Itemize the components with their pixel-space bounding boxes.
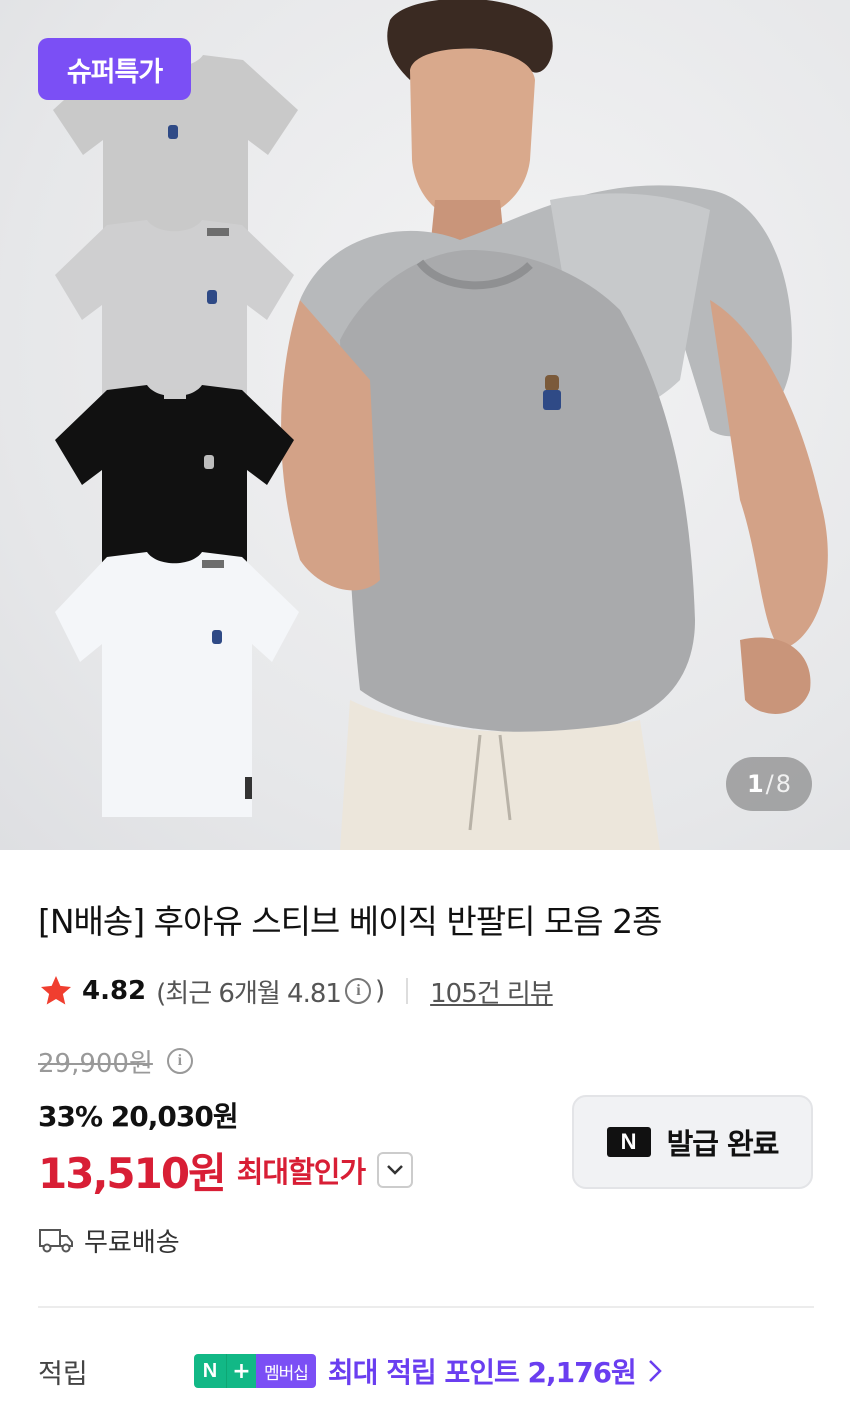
chevron-right-icon[interactable] [646, 1358, 664, 1384]
super-deal-badge: 슈퍼특가 [38, 38, 191, 100]
review-count-link[interactable]: 105건 리뷰 [430, 973, 554, 1010]
model-photo [281, 0, 828, 850]
info-icon[interactable]: i [344, 978, 371, 1004]
original-price: 29,900원 [38, 1048, 153, 1079]
product-title: [N배송] 후아유 스티브 베이직 반팔티 모음 2종 [38, 902, 663, 941]
discount-price: 33% 20,030원 [38, 1100, 239, 1133]
divider [406, 978, 409, 1004]
points-row[interactable]: 적립 N + 멤버십 최대 적립 포인트 2,176원 [38, 1349, 818, 1393]
shipping-row: 무료배송 [38, 1222, 180, 1258]
counter-total: 8 [775, 770, 792, 798]
chevron-down-icon[interactable] [377, 1152, 414, 1188]
original-price-row: 29,900원 i [38, 1043, 197, 1079]
star-icon [41, 976, 71, 1005]
coupon-label: 발급 완료 [666, 1127, 780, 1161]
max-points-text: 최대 적립 포인트 2,176원 [327, 1356, 637, 1389]
badge-n: N [194, 1354, 226, 1388]
final-price-row[interactable]: 13,510원 최대할인가 [38, 1145, 414, 1198]
truck-icon [39, 1229, 73, 1253]
max-discount-label: 최대할인가 [236, 1155, 366, 1189]
coupon-issued-button[interactable]: N 발급 완료 [572, 1095, 813, 1189]
counter-separator: / [765, 770, 774, 798]
light-grey-tee-thumbnail [52, 220, 297, 400]
white-tee-thumbnail [52, 552, 302, 822]
image-counter: 1 / 8 [726, 757, 812, 811]
shipping-text: 무료배송 [84, 1227, 180, 1258]
badge-membership: 멤버십 [256, 1354, 316, 1388]
recent-rating-close: ) [374, 976, 385, 1006]
recent-rating-text: (최근 6개월 4.81 [156, 978, 342, 1009]
rating-score: 4.82 [82, 976, 147, 1006]
rating-row: 4.82 (최근 6개월 4.81 i ) 105건 리뷰 [38, 973, 554, 1010]
naver-plus-membership-badge: N + 멤버십 [194, 1354, 316, 1388]
counter-current: 1 [746, 770, 764, 798]
section-divider [38, 1306, 814, 1308]
naver-n-icon: N [606, 1127, 651, 1157]
product-image-gallery[interactable]: 슈퍼특가 1 / 8 [0, 0, 850, 850]
badge-plus: + [226, 1354, 256, 1388]
recent-rating: (최근 6개월 4.81 i ) [156, 973, 385, 1010]
points-label: 적립 [38, 1358, 88, 1390]
black-tee-thumbnail [52, 385, 297, 570]
final-price: 13,510원 [38, 1148, 227, 1198]
price-info-icon[interactable]: i [166, 1048, 193, 1074]
